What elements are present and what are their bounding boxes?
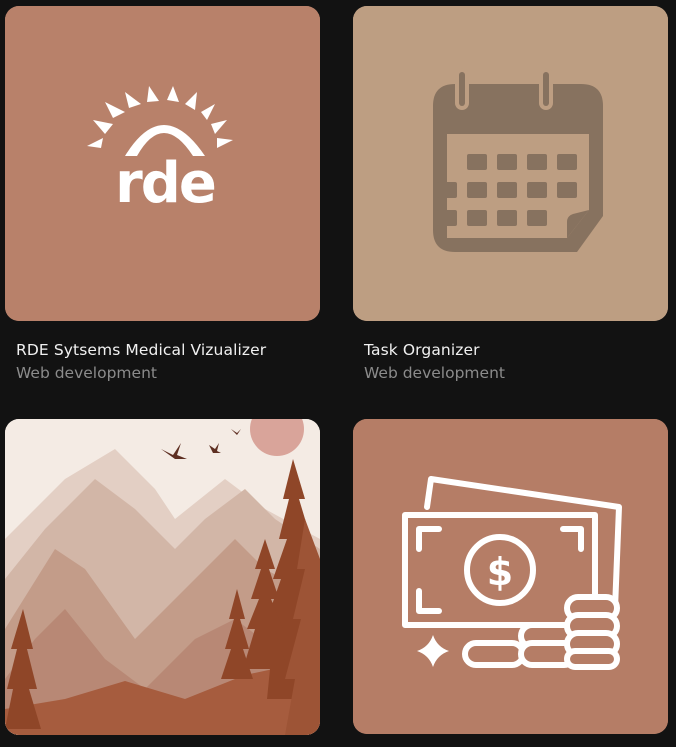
- project-title[interactable]: Task Organizer: [364, 341, 668, 359]
- project-thumbnail-finance[interactable]: $: [353, 419, 668, 734]
- project-category: Web development: [16, 364, 157, 382]
- project-card-landscape[interactable]: [5, 419, 320, 735]
- mountain-landscape-icon: [5, 419, 320, 735]
- project-card-task-organizer[interactable]: Task Organizer Web development: [353, 6, 668, 382]
- project-card-finance[interactable]: $: [353, 419, 668, 734]
- project-card-rde[interactable]: rde RDE Sytsems Medical Vizualizer Web d…: [5, 6, 320, 382]
- portfolio-grid: rde RDE Sytsems Medical Vizualizer Web d…: [0, 0, 676, 747]
- project-thumbnail-landscape[interactable]: [5, 419, 320, 735]
- money-icon: $: [353, 419, 668, 734]
- project-category: Web development: [364, 364, 505, 382]
- rde-logo-text: rde: [115, 151, 215, 216]
- svg-text:$: $: [487, 550, 513, 594]
- project-title[interactable]: RDE Sytsems Medical Vizualizer: [16, 341, 320, 359]
- project-thumbnail-rde[interactable]: rde: [5, 6, 320, 321]
- rde-logo-icon: rde: [5, 6, 320, 321]
- project-thumbnail-task-organizer[interactable]: [353, 6, 668, 321]
- calendar-icon: [353, 6, 668, 321]
